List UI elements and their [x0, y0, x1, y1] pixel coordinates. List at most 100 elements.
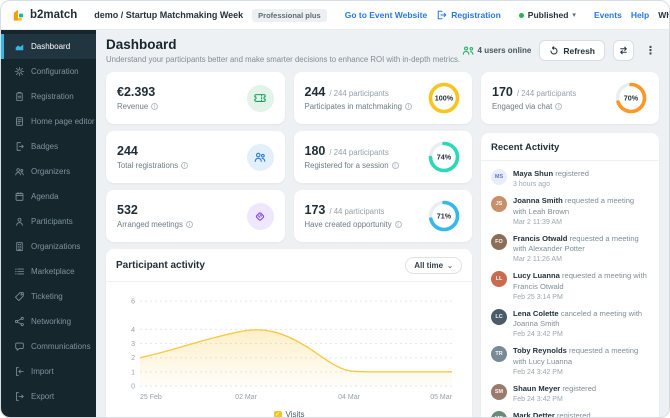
chat-icon	[14, 341, 25, 352]
matchmaking-donut: 100%	[427, 81, 461, 115]
avatar: SM	[491, 383, 507, 400]
sidebar-item-organizers[interactable]: Organizers	[1, 159, 96, 184]
sidebar-item-dashboard[interactable]: Dashboard	[1, 34, 96, 59]
sidebar-item-participants[interactable]: Participants	[1, 209, 96, 234]
sidebar-item-marketplace[interactable]: Marketplace	[1, 259, 96, 284]
sidebar-item-home-page-editor[interactable]: Home page editor	[1, 109, 96, 134]
sidebar-item-organizations[interactable]: Organizations	[1, 234, 96, 259]
activity-item[interactable]: MDMark Detter registeredFeb 24 3:42 PM	[491, 411, 649, 417]
registrations-card: 244 Total registrations i	[106, 131, 285, 183]
refresh-button[interactable]: Refresh	[539, 40, 605, 61]
open-registration-icon	[437, 10, 447, 20]
sidebar-item-label: Export	[31, 392, 55, 401]
activity-item[interactable]: LL Lucy Luanna requested a meeting with F…	[491, 271, 649, 301]
sidebar-item-configuration[interactable]: Configuration	[1, 59, 96, 84]
activity-text: Toby Reynolds requested a meeting with L…	[513, 346, 639, 366]
activity-item[interactable]: MS Maya Shun registered 3 hours ago	[491, 169, 649, 188]
svg-text:04 Mar: 04 Mar	[338, 394, 360, 401]
engaged-donut: 70%	[614, 81, 648, 115]
sync-button[interactable]	[613, 40, 634, 61]
svg-text:0: 0	[131, 384, 135, 391]
svg-text:4: 4	[131, 327, 135, 334]
sidebar-item-label: Home page editor	[31, 117, 95, 126]
brand[interactable]: b2match	[11, 8, 77, 23]
engaged-card: 170/ 244 participants Engaged via chat i …	[481, 72, 659, 124]
stats-column: €2.393 Revenue i 244/ 244 participants Pa…	[106, 72, 472, 417]
svg-text:25 Feb: 25 Feb	[140, 394, 162, 401]
info-icon[interactable]: i	[391, 162, 399, 169]
registration-link[interactable]: Registration	[436, 9, 501, 21]
sidebar-item-label: Networking	[31, 317, 72, 326]
activity-item[interactable]: JS Joanna Smith requested a meeting with …	[491, 196, 649, 226]
chart-legend[interactable]: ✓ Visits	[116, 410, 462, 417]
sidebar-item-label: Communications	[31, 342, 91, 351]
avatar: JS	[491, 196, 507, 213]
publish-status-dropdown[interactable]: Published ▾	[518, 10, 576, 20]
help-link[interactable]: Help	[631, 10, 649, 20]
users-online-badge: 4 users online	[462, 46, 531, 55]
gear-icon	[14, 66, 25, 77]
sidebar-item-agenda[interactable]: Agenda	[1, 184, 96, 209]
avatar: MD	[491, 411, 507, 417]
info-icon[interactable]: i	[394, 221, 402, 228]
sidebar-item-import[interactable]: Import	[1, 359, 96, 384]
online-users-icon	[462, 46, 474, 55]
session-donut: 74%	[427, 140, 461, 174]
activity-text: Lucy Luanna requested a meeting with Fra…	[513, 271, 647, 291]
sidebar-item-label: Badges	[31, 142, 59, 151]
info-icon[interactable]: i	[185, 221, 193, 228]
activity-item[interactable]: LC Lena Colette canceled a meeting with J…	[491, 308, 649, 339]
info-icon[interactable]: i	[555, 103, 563, 110]
svg-text:6: 6	[131, 299, 135, 306]
tag-icon	[14, 291, 25, 302]
sidebar-item-label: Organizers	[31, 167, 71, 176]
ticket-icon	[246, 84, 274, 112]
activity-list: MS Maya Shun registered 3 hours ago JS Joann…	[491, 169, 649, 417]
activity-item[interactable]: FO Francis Otwald requested a meeting wit…	[491, 233, 649, 264]
legend-checkbox-icon[interactable]: ✓	[273, 410, 282, 417]
sidebar-item-ticketing[interactable]: Ticketing	[1, 284, 96, 309]
breadcrumb[interactable]: demo / Startup Matchmaking Week	[94, 10, 243, 20]
activity-time: Feb 24 3:42 PM	[513, 368, 563, 376]
activity-time: Mar 2 11:26 AM	[513, 256, 562, 264]
whats-new-link[interactable]: What's new	[658, 10, 669, 20]
sidebar-item-label: Dashboard	[31, 42, 71, 51]
sidebar-item-label: Configuration	[31, 67, 79, 76]
sidebar-item-label: Organizations	[31, 242, 81, 251]
activity-item[interactable]: SM Shaun Meyer registered Feb 24 3:42 PM	[491, 383, 649, 403]
events-link[interactable]: Events	[594, 10, 622, 20]
sync-arrows-icon	[620, 46, 627, 55]
activity-time: Mar 2 11:39 AM	[513, 218, 562, 226]
sidebar-item-communications[interactable]: Communications	[1, 334, 96, 359]
info-icon[interactable]: i	[151, 103, 159, 110]
export-icon	[14, 391, 25, 402]
session-card: 180/ 244 participants Registered for a s…	[293, 131, 472, 183]
opportunity-donut: 71%	[427, 199, 461, 233]
refresh-icon	[550, 45, 558, 54]
activity-item[interactable]: TR Toby Reynolds requested a meeting with…	[491, 346, 649, 376]
participant-activity-card: Participant activity All time ⌄ 0 1 2 3 4 6 25…	[106, 249, 472, 417]
badge-icon	[14, 141, 25, 152]
time-range-dropdown[interactable]: All time ⌄	[405, 257, 462, 274]
info-icon[interactable]: i	[181, 162, 189, 169]
people-icon	[14, 166, 25, 177]
activity-text: Shaun Meyer registered	[513, 383, 597, 393]
import-icon	[14, 366, 25, 377]
published-dot-icon	[518, 12, 524, 18]
activity-text: Joanna Smith requested a meeting with Le…	[513, 196, 635, 216]
info-icon[interactable]: i	[405, 103, 413, 110]
go-to-event-website-link[interactable]: Go to Event Website	[345, 10, 428, 20]
revenue-value: €2.393	[117, 85, 156, 99]
sidebar-nav: Dashboard Configuration Registration Home p…	[1, 30, 96, 417]
handshake-icon	[246, 202, 274, 230]
chart-title: Participant activity	[116, 260, 205, 271]
sidebar-item-networking[interactable]: Networking	[1, 309, 96, 334]
sidebar-item-export[interactable]: Export	[1, 384, 96, 409]
kebab-menu-icon[interactable]: ⋮	[642, 44, 659, 57]
page-title: Dashboard	[106, 37, 177, 52]
sidebar-item-label: Registration	[31, 92, 74, 101]
sidebar-item-registration[interactable]: Registration	[1, 84, 96, 109]
svg-text:71%: 71%	[437, 212, 452, 221]
activity-time: Feb 24 3:42 PM	[513, 331, 563, 339]
sidebar-item-badges[interactable]: Badges	[1, 134, 96, 159]
